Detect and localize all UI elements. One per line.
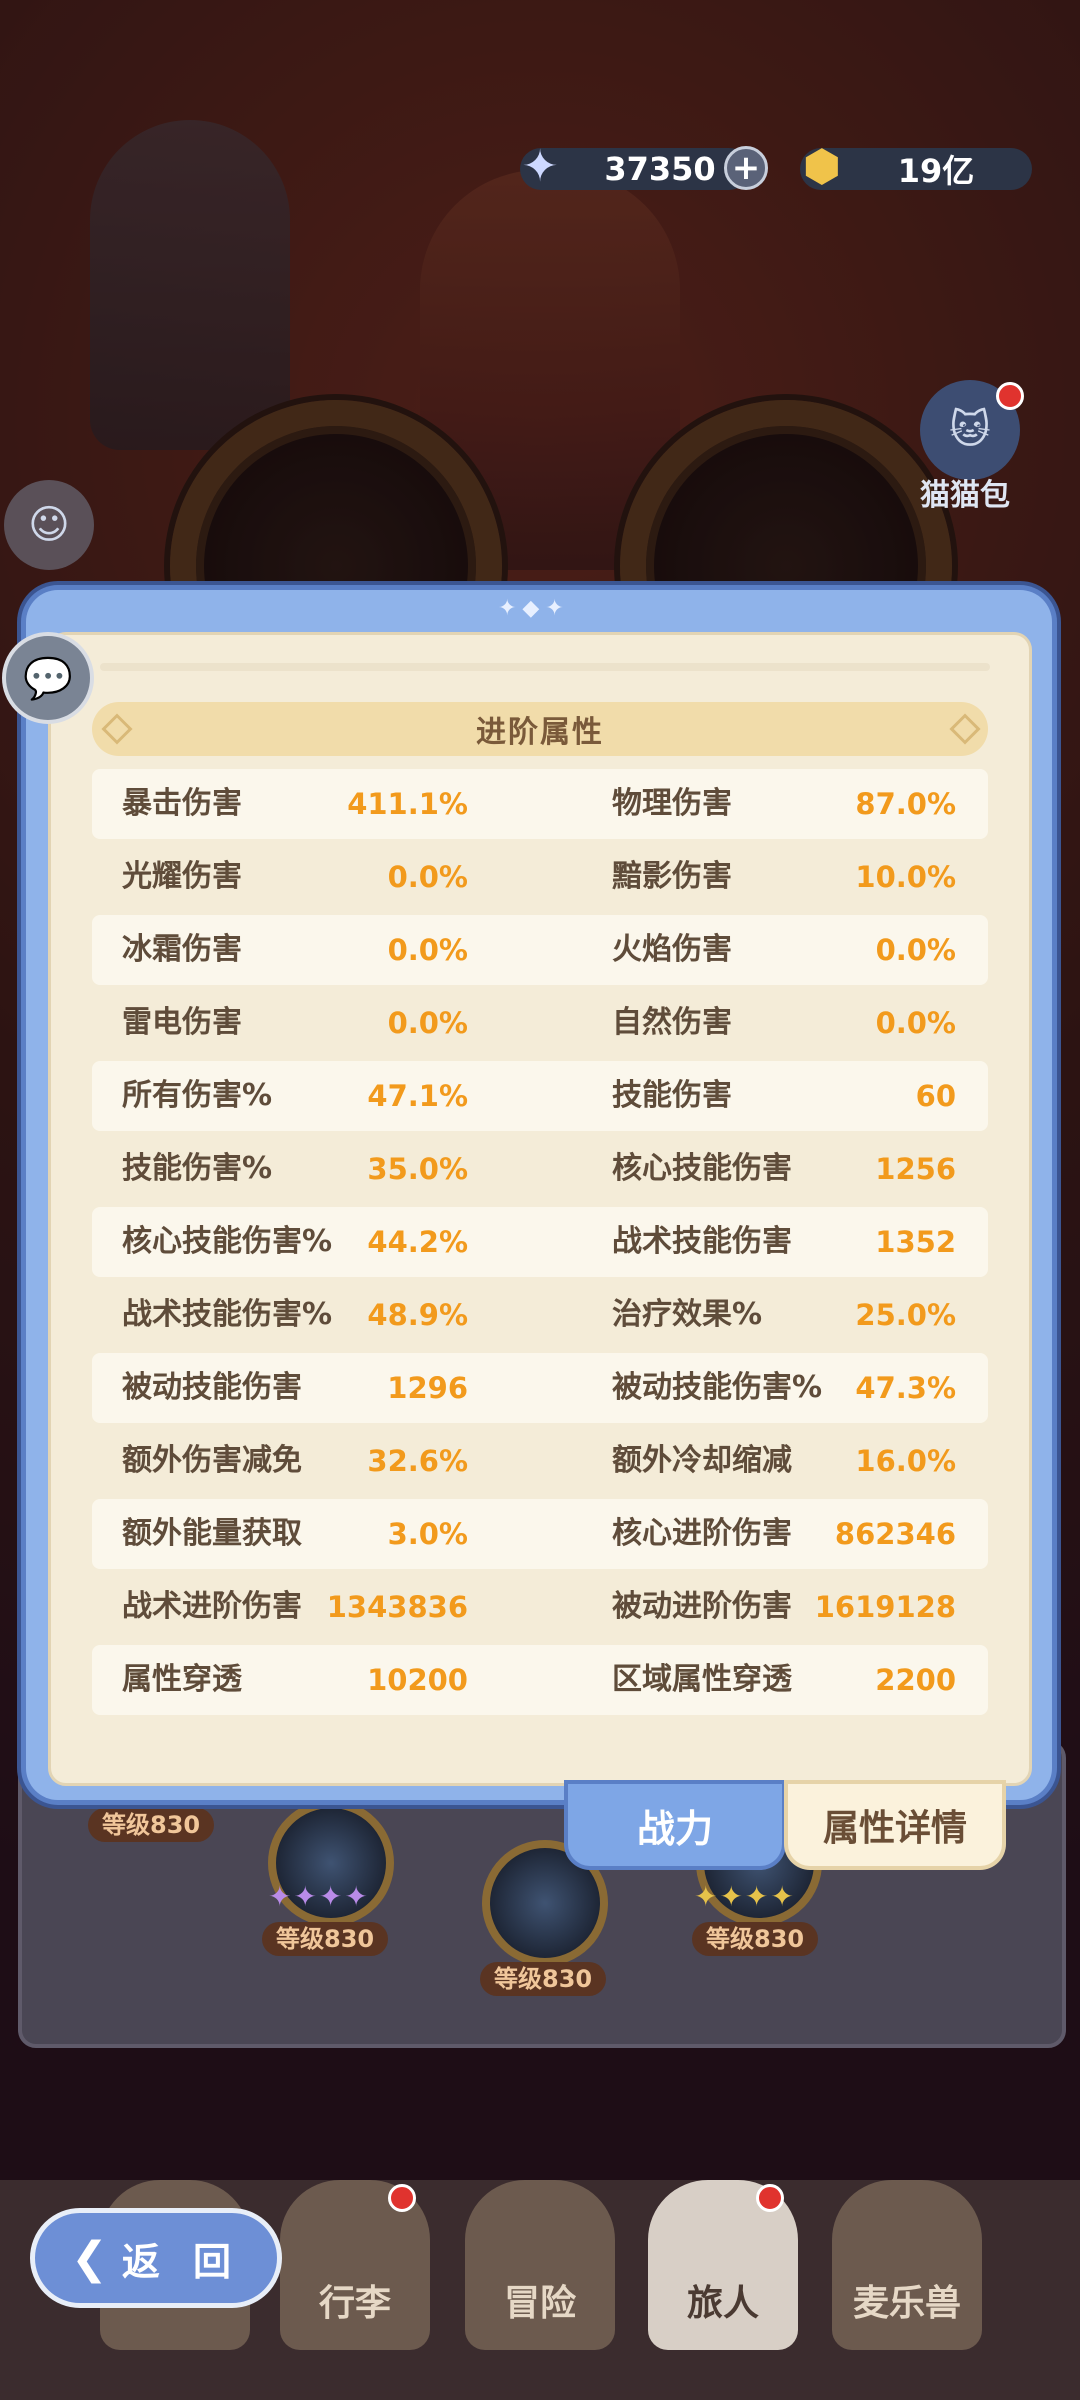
skill-stars: ✦✦✦✦	[268, 1880, 370, 1913]
cat-bag-label: 猫猫包	[920, 478, 1010, 513]
attribute-value: 32.6%	[367, 1444, 468, 1478]
attribute-row: 暴击伤害 411.1% 物理伤害 87.0%	[92, 769, 988, 839]
attribute-name: 物理伤害	[612, 786, 732, 821]
attribute-value: 47.1%	[367, 1079, 468, 1113]
attribute-value: 0.0%	[387, 860, 468, 894]
attribute-value: 0.0%	[875, 1006, 956, 1040]
attribute-row: 冰霜伤害 0.0% 火焰伤害 0.0%	[92, 915, 988, 985]
attribute-name: 光耀伤害	[122, 859, 242, 894]
back-arrow-icon: ❮	[70, 2232, 108, 2284]
attribute-name: 被动技能伤害	[122, 1370, 302, 1405]
attribute-name: 火焰伤害	[612, 932, 732, 967]
attribute-name: 核心技能伤害	[612, 1151, 792, 1186]
attribute-row: 核心技能伤害% 44.2% 战术技能伤害 1352	[92, 1207, 988, 1277]
attribute-value: 1296	[387, 1371, 468, 1405]
attribute-name: 核心技能伤害%	[122, 1224, 333, 1259]
attribute-value: 0.0%	[387, 933, 468, 967]
attribute-value: 44.2%	[367, 1225, 468, 1259]
level-badge: 等级830	[480, 1962, 607, 1996]
attribute-name: 所有伤害%	[122, 1078, 273, 1113]
attribute-name: 额外能量获取	[122, 1516, 302, 1551]
attribute-list: 暴击伤害 411.1% 物理伤害 87.0% 光耀伤害 0.0% 黯影伤害 10.0% 冰霜伤害…	[92, 769, 988, 1718]
attribute-name: 治疗效果%	[612, 1297, 763, 1332]
attribute-row: 雷电伤害 0.0% 自然伤害 0.0%	[92, 988, 988, 1058]
attribute-value: 60	[915, 1079, 956, 1113]
gold-coin-icon: ⬢	[802, 141, 842, 192]
attribute-value: 3.0%	[387, 1517, 468, 1551]
attribute-value: 87.0%	[855, 787, 956, 821]
attribute-name: 属性穿透	[122, 1662, 242, 1697]
star-crystal-icon: ✦	[521, 141, 559, 192]
attribute-row: 战术技能伤害% 48.9% 治疗效果% 25.0%	[92, 1280, 988, 1350]
attribute-name: 黯影伤害	[612, 859, 732, 894]
nav-beast[interactable]: 麦乐兽	[832, 2180, 982, 2350]
notification-dot	[756, 2184, 784, 2212]
attribute-value: 47.3%	[855, 1371, 956, 1405]
attribute-name: 区域属性穿透	[612, 1662, 792, 1697]
section-title: 进阶属性	[92, 702, 988, 756]
attribute-row: 所有伤害% 47.1% 技能伤害 60	[92, 1061, 988, 1131]
attribute-name: 自然伤害	[612, 1005, 732, 1040]
attribute-value: 1256	[875, 1152, 956, 1186]
notification-dot	[996, 382, 1024, 410]
back-label: 返 回	[121, 2239, 242, 2284]
attribute-row: 光耀伤害 0.0% 黯影伤害 10.0%	[92, 842, 988, 912]
attribute-name: 额外冷却缩减	[612, 1443, 792, 1478]
attribute-name: 被动进阶伤害	[612, 1589, 792, 1624]
attribute-name: 战术技能伤害%	[122, 1297, 333, 1332]
attribute-value: 25.0%	[855, 1298, 956, 1332]
nav-adventure[interactable]: 冒险	[465, 2180, 615, 2350]
panel-ornament: ✦◆✦	[498, 596, 570, 621]
attribute-row: 战术进阶伤害 1343836 被动进阶伤害 1619128	[92, 1572, 988, 1642]
divider	[100, 663, 990, 671]
attribute-value: 0.0%	[875, 933, 956, 967]
attribute-value: 35.0%	[367, 1152, 468, 1186]
attribute-name: 战术技能伤害	[612, 1224, 792, 1259]
side-menu-button[interactable]: ☺	[4, 480, 94, 570]
attribute-value: 862346	[834, 1517, 956, 1551]
add-gems-button[interactable]: +	[724, 146, 768, 190]
tab-power[interactable]: 战力	[568, 1784, 782, 1866]
attribute-name: 技能伤害	[612, 1078, 732, 1113]
attribute-value: 2200	[875, 1663, 956, 1697]
attribute-value: 10200	[367, 1663, 468, 1697]
cat-face-icon: 🐱	[949, 407, 991, 453]
attribute-name: 技能伤害%	[122, 1151, 273, 1186]
attribute-value: 0.0%	[387, 1006, 468, 1040]
level-badge: 等级830	[88, 1808, 215, 1842]
attribute-name: 额外伤害减免	[122, 1443, 302, 1478]
back-button[interactable]: ❮ 返 回	[30, 2208, 282, 2308]
attribute-row: 额外伤害减免 32.6% 额外冷却缩减 16.0%	[92, 1426, 988, 1496]
chat-bubble-icon: 💬	[23, 655, 73, 702]
attribute-name: 核心进阶伤害	[612, 1516, 792, 1551]
attribute-name: 战术进阶伤害	[122, 1589, 302, 1624]
skill-stars: ✦✦✦✦	[694, 1880, 796, 1913]
notification-dot	[388, 2184, 416, 2212]
attribute-value: 1352	[875, 1225, 956, 1259]
attribute-name: 冰霜伤害	[122, 932, 242, 967]
attribute-value: 16.0%	[855, 1444, 956, 1478]
attribute-value: 10.0%	[855, 860, 956, 894]
chat-button[interactable]: 💬	[2, 632, 94, 724]
attribute-name: 被动技能伤害%	[612, 1370, 823, 1405]
attribute-value: 1343836	[326, 1590, 468, 1624]
attribute-value: 411.1%	[347, 787, 468, 821]
face-icon: ☺	[28, 502, 70, 548]
attribute-row: 被动技能伤害 1296 被动技能伤害% 47.3%	[92, 1353, 988, 1423]
attribute-row: 属性穿透 10200 区域属性穿透 2200	[92, 1645, 988, 1715]
level-badge: 等级830	[262, 1922, 389, 1956]
level-badge: 等级830	[692, 1922, 819, 1956]
attribute-value: 1619128	[814, 1590, 956, 1624]
attribute-name: 暴击伤害	[122, 786, 242, 821]
attribute-row: 技能伤害% 35.0% 核心技能伤害 1256	[92, 1134, 988, 1204]
attribute-row: 额外能量获取 3.0% 核心进阶伤害 862346	[92, 1499, 988, 1569]
attribute-name: 雷电伤害	[122, 1005, 242, 1040]
attribute-value: 48.9%	[367, 1298, 468, 1332]
tab-attribute-details[interactable]: 属性详情	[788, 1784, 1002, 1866]
